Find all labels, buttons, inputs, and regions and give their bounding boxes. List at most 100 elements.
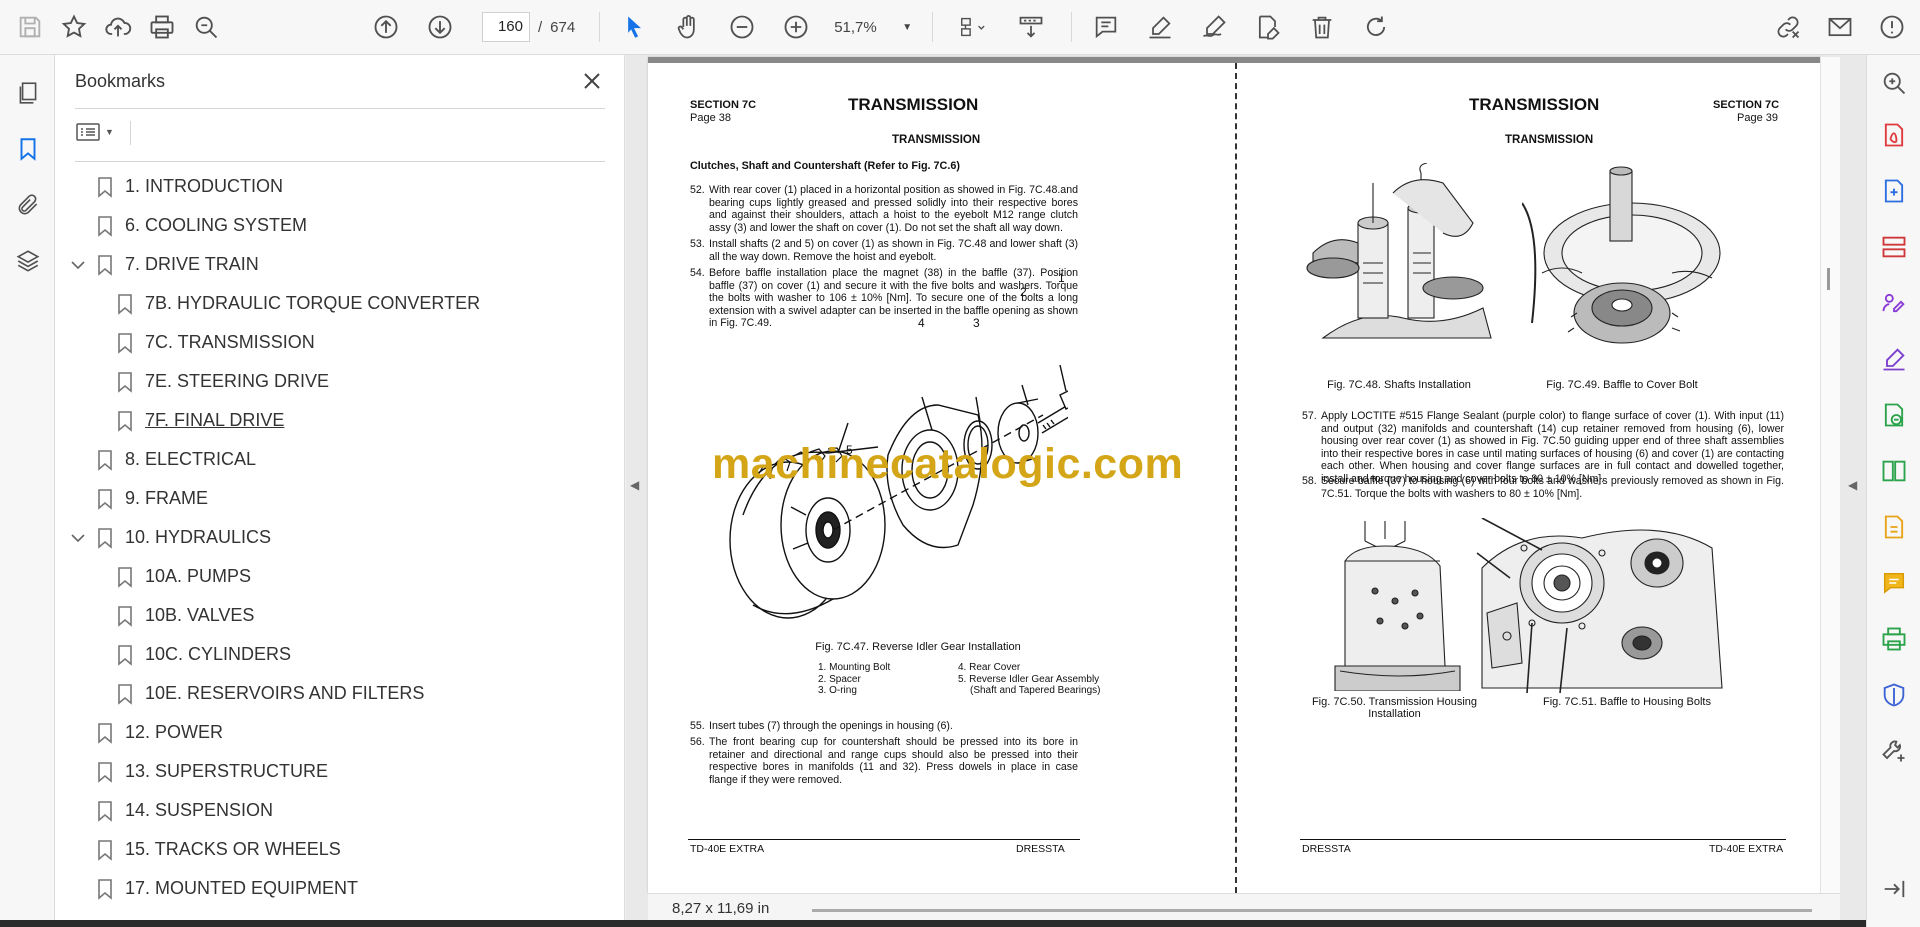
expand-panel-icon[interactable] xyxy=(1880,875,1908,903)
more-tools-icon[interactable] xyxy=(1880,737,1908,765)
delete-icon[interactable] xyxy=(1302,7,1342,47)
page-number-input[interactable]: 160 xyxy=(482,12,530,42)
layers-icon[interactable] xyxy=(0,233,55,289)
bookmark-label: 10C. CYLINDERS xyxy=(145,644,292,664)
bookmark-icon xyxy=(115,644,135,666)
horizontal-scrollbar[interactable] xyxy=(812,909,1812,912)
vertical-scrollbar[interactable] xyxy=(1820,57,1840,893)
bookmark-label: 17. MOUNTED EQUIPMENT xyxy=(125,878,359,898)
legend-item: 5. Reverse Idler Gear Assembly xyxy=(958,673,1100,685)
step-text: Insert tubes (7) through the openings in… xyxy=(709,720,953,732)
save-icon[interactable] xyxy=(10,7,50,47)
divider xyxy=(75,161,605,162)
page-fit-icon[interactable] xyxy=(947,7,997,47)
bookmark-item[interactable]: 7B. HYDRAULIC TORQUE CONVERTER xyxy=(55,284,625,323)
divider xyxy=(75,108,605,109)
page-title: TRANSMISSION xyxy=(848,95,979,114)
zoom-in-icon[interactable] xyxy=(776,7,816,47)
bookmark-item[interactable]: 8. ELECTRICAL xyxy=(55,440,625,479)
compare-files-icon[interactable] xyxy=(1880,457,1908,485)
bookmark-item[interactable]: 6. COOLING SYSTEM xyxy=(55,206,625,245)
create-pdf-icon[interactable] xyxy=(1880,177,1908,205)
chevron-down-icon[interactable] xyxy=(69,256,87,274)
bookmark-item[interactable]: 10E. RESERVOIRS AND FILTERS xyxy=(55,674,625,713)
page-up-icon[interactable] xyxy=(366,7,406,47)
bookmark-item[interactable]: 10B. VALVES xyxy=(55,596,625,635)
page-down-icon[interactable] xyxy=(420,7,460,47)
bookmark-icon xyxy=(115,605,135,627)
share-link-icon[interactable] xyxy=(1768,7,1808,47)
legend-item: 3. O-ring xyxy=(818,685,857,696)
navigation-rail xyxy=(0,55,55,927)
bookmark-item[interactable]: 14. SUSPENSION xyxy=(55,791,625,830)
chevron-down-icon: ▼ xyxy=(105,127,114,137)
print-production-icon[interactable] xyxy=(1880,625,1908,653)
comment-icon[interactable] xyxy=(1086,7,1126,47)
page-thumbnails-icon[interactable] xyxy=(0,65,55,121)
bookmark-icon xyxy=(115,566,135,588)
redo-icon[interactable] xyxy=(1356,7,1396,47)
baffle-to-cover-bolt-photo xyxy=(1522,163,1722,353)
zoom-level-select[interactable]: 51,7% ▼ xyxy=(828,12,918,42)
zoom-search-icon[interactable] xyxy=(186,7,226,47)
step-number: 55. xyxy=(690,720,705,732)
bookmark-item[interactable]: 12. POWER xyxy=(55,713,625,752)
collapse-right-panel-icon[interactable]: ◀ xyxy=(1848,478,1857,492)
fill-sign-icon[interactable] xyxy=(1880,289,1908,317)
bookmark-options-button[interactable]: ▼ xyxy=(75,117,123,147)
print-icon[interactable] xyxy=(142,7,182,47)
figure-caption: Fig. 7C.47. Reverse Idler Gear Installat… xyxy=(815,641,1021,653)
star-icon[interactable] xyxy=(54,7,94,47)
step-53: 53. Install shafts (2 and 5) on cover (1… xyxy=(690,238,1078,263)
help-icon[interactable] xyxy=(1872,7,1912,47)
bookmark-item[interactable]: 7C. TRANSMISSION xyxy=(55,323,625,362)
chevron-down-icon: ▼ xyxy=(902,21,913,33)
bookmarks-icon[interactable] xyxy=(0,121,55,177)
chevron-down-icon[interactable] xyxy=(69,529,87,547)
edit-document-icon[interactable] xyxy=(1248,7,1288,47)
organize-pages-icon[interactable] xyxy=(1880,233,1908,261)
step-number: 56. xyxy=(690,736,705,748)
bookmark-label: 9. FRAME xyxy=(125,488,209,508)
bookmark-item[interactable]: 7. DRIVE TRAIN xyxy=(55,245,625,284)
bookmark-label: 10. HYDRAULICS xyxy=(125,527,272,547)
list-options-icon xyxy=(76,123,100,141)
comment-icon[interactable] xyxy=(1880,569,1908,597)
select-pointer-icon[interactable] xyxy=(614,7,654,47)
hand-tool-icon[interactable] xyxy=(668,7,708,47)
send-document-icon[interactable] xyxy=(1880,401,1908,429)
bookmark-item[interactable]: 10A. PUMPS xyxy=(55,557,625,596)
highlight-pen-icon[interactable] xyxy=(1140,7,1180,47)
export-pdf-icon[interactable] xyxy=(1880,121,1908,149)
edit-pdf-icon[interactable] xyxy=(1880,513,1908,541)
bookmark-item[interactable]: 15. TRACKS OR WHEELS xyxy=(55,830,625,869)
bookmark-item-selected[interactable]: 7F. FINAL DRIVE xyxy=(55,401,625,440)
close-icon[interactable] xyxy=(580,69,604,93)
bookmark-label: 1. INTRODUCTION xyxy=(125,176,284,196)
mail-icon[interactable] xyxy=(1820,7,1860,47)
attachments-icon[interactable] xyxy=(0,177,55,233)
bookmark-list: 1. INTRODUCTION 6. COOLING SYSTEM 7. DRI… xyxy=(55,167,625,908)
scroll-mode-icon[interactable] xyxy=(1011,7,1051,47)
bookmark-item[interactable]: 13. SUPERSTRUCTURE xyxy=(55,752,625,791)
bookmark-item[interactable]: 1. INTRODUCTION xyxy=(55,167,625,206)
draw-icon[interactable] xyxy=(1194,7,1234,47)
zoom-out-icon[interactable] xyxy=(722,7,762,47)
bookmark-item[interactable]: 10C. CYLINDERS xyxy=(55,635,625,674)
scrollbar-thumb[interactable] xyxy=(1827,268,1830,290)
divider xyxy=(130,121,131,145)
shafts-installation-photo xyxy=(1303,163,1495,353)
page-separator: / xyxy=(538,18,543,36)
collapse-left-panel-icon[interactable]: ◀ xyxy=(630,478,639,492)
step-text: With rear cover (1) placed in a horizont… xyxy=(709,184,1078,234)
sign-pen-icon[interactable] xyxy=(1880,345,1908,373)
step-55: 55. Insert tubes (7) through the opening… xyxy=(690,720,1078,733)
bookmark-item[interactable]: 7E. STEERING DRIVE xyxy=(55,362,625,401)
bookmark-item[interactable]: 10. HYDRAULICS xyxy=(55,518,625,557)
bookmark-label: 13. SUPERSTRUCTURE xyxy=(125,761,329,781)
protect-shield-icon[interactable] xyxy=(1880,681,1908,709)
bookmark-item[interactable]: 9. FRAME xyxy=(55,479,625,518)
bookmark-item[interactable]: 17. MOUNTED EQUIPMENT xyxy=(55,869,625,908)
cloud-upload-icon[interactable] xyxy=(98,7,138,47)
zoom-search-icon[interactable] xyxy=(1880,69,1908,97)
